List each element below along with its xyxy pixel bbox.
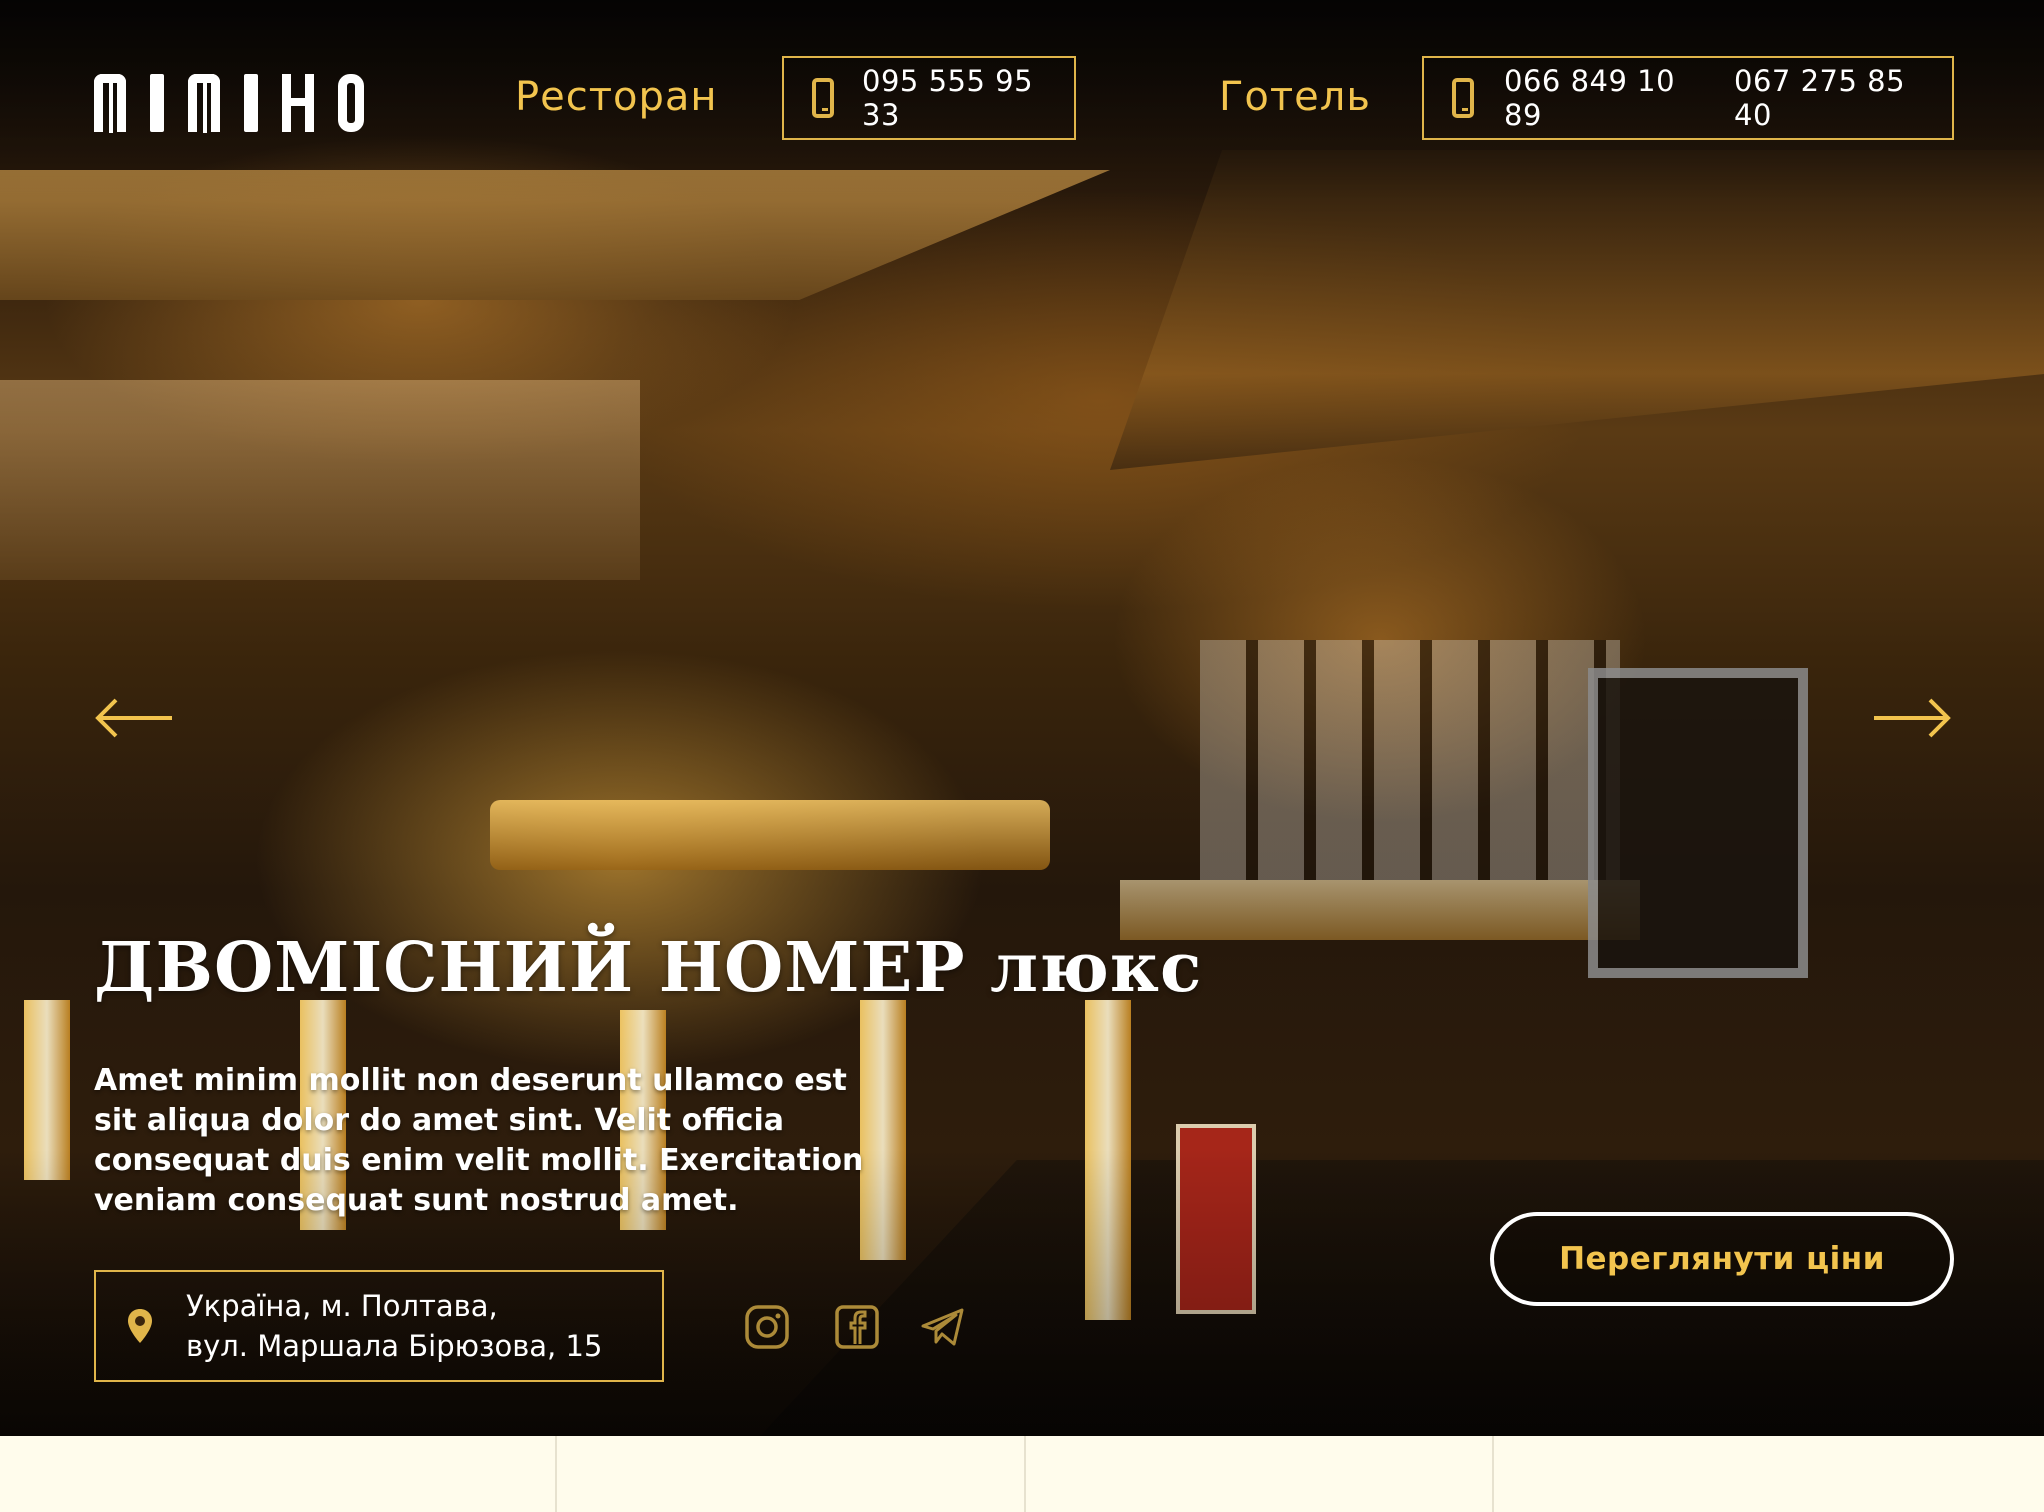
next-section-strip [0, 1436, 2044, 1512]
arrow-left-icon [95, 698, 172, 738]
location-pin-icon [128, 1309, 152, 1343]
logo-letter [244, 74, 258, 132]
logo-letter [188, 74, 220, 133]
restaurant-phone-box: 095 555 95 33 [782, 56, 1076, 140]
phone-icon [1452, 78, 1474, 118]
instagram-icon [745, 1305, 789, 1349]
slider-next-button[interactable] [1872, 698, 1952, 738]
telegram-icon [921, 1308, 964, 1346]
arrow-right-icon [1874, 698, 1951, 738]
column-divider [555, 1436, 557, 1512]
hero-title: ДВОМІСНИЙ НОМЕР люкс [94, 928, 1203, 1008]
hotel-phone-number-2[interactable]: 067 275 85 40 [1734, 64, 1934, 132]
nav-link-restaurant[interactable]: Ресторан [515, 74, 718, 120]
address-text: Україна, м. Полтава, вул. Маршала Бірюзо… [186, 1286, 602, 1366]
slider-prev-button[interactable] [94, 698, 174, 738]
logo-letter [282, 74, 314, 132]
view-prices-button[interactable]: Переглянути ціни [1490, 1212, 1954, 1306]
telegram-link[interactable] [920, 1304, 966, 1350]
facebook-icon [835, 1305, 879, 1349]
hero-section: Ресторан 095 555 95 33 Готель 066 849 10… [0, 0, 2044, 1436]
address-box: Україна, м. Полтава, вул. Маршала Бірюзо… [94, 1270, 664, 1382]
column-divider [1024, 1436, 1026, 1512]
facebook-link[interactable] [834, 1304, 880, 1350]
address-line-2: вул. Маршала Бірюзова, 15 [186, 1329, 603, 1363]
phone-icon [812, 78, 834, 118]
column-divider [1492, 1436, 1494, 1512]
logo-letter [94, 74, 126, 133]
address-line-1: Україна, м. Полтава, [186, 1289, 498, 1323]
site-logo[interactable] [94, 70, 364, 133]
logo-letter [338, 74, 364, 132]
logo-letter [150, 74, 164, 132]
restaurant-phone-number[interactable]: 095 555 95 33 [862, 64, 1056, 132]
hero-description: Amet minim mollit non deserunt ullamco e… [94, 1063, 864, 1218]
instagram-link[interactable] [744, 1304, 790, 1350]
nav-link-hotel[interactable]: Готель [1219, 74, 1371, 120]
hotel-phone-box: 066 849 10 89 067 275 85 40 [1422, 56, 1954, 140]
hotel-phone-number-1[interactable]: 066 849 10 89 [1504, 64, 1704, 132]
